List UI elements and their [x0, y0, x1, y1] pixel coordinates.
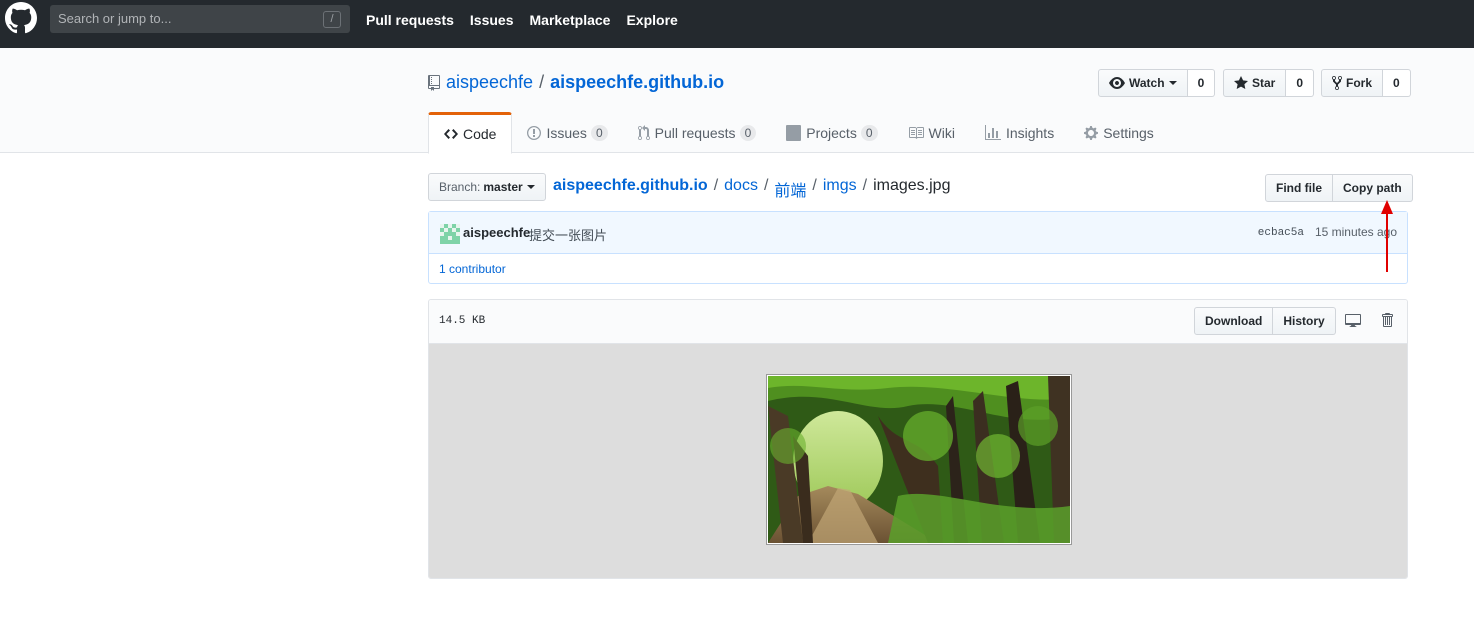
global-nav: Pull requests Issues Marketplace Explore	[366, 12, 678, 28]
tab-projects[interactable]: Projects 0	[771, 112, 892, 153]
avatar[interactable]	[440, 224, 460, 244]
tab-code[interactable]: Code	[428, 112, 513, 154]
breadcrumb-docs[interactable]: docs	[724, 177, 758, 201]
repo-header: aispeechfe / aispeechfe.github.io Watch …	[0, 48, 1474, 154]
git-pull-request-icon	[637, 124, 650, 140]
tab-insights-label: Insights	[1005, 124, 1055, 141]
github-logo-icon[interactable]	[5, 2, 37, 34]
star-count[interactable]: 0	[1286, 69, 1315, 97]
nav-issues[interactable]: Issues	[470, 12, 514, 28]
nav-marketplace[interactable]: Marketplace	[530, 12, 611, 28]
watch-button[interactable]: Watch	[1098, 69, 1188, 97]
eye-icon	[1109, 77, 1125, 89]
commit-author[interactable]: aispeechfe	[463, 225, 530, 240]
tab-issues-counter: 0	[590, 124, 608, 141]
repo-book-icon	[428, 74, 440, 91]
code-icon	[444, 129, 458, 139]
commit-tease: aispeechfe 提交一张图片 ecbac5a 15 minutes ago…	[428, 211, 1408, 284]
breadcrumb-separator: /	[812, 177, 817, 194]
file-size: 14.5 KB	[439, 315, 486, 327]
breadcrumb-frontend[interactable]: 前端	[774, 177, 806, 201]
gear-icon	[1084, 125, 1099, 140]
watch-caret-icon	[1168, 81, 1177, 85]
file-header: 14.5 KB Download History	[429, 300, 1407, 344]
copy-path-button[interactable]: Copy path	[1333, 174, 1413, 202]
repo-title: aispeechfe / aispeechfe.github.io	[428, 72, 724, 93]
star-label: Star	[1252, 76, 1276, 90]
watch-count[interactable]: 0	[1187, 69, 1216, 97]
contributors-link[interactable]: 1 contributor	[439, 262, 506, 276]
nav-pull-requests[interactable]: Pull requests	[366, 12, 454, 28]
tab-projects-label: Projects	[806, 124, 857, 141]
branch-caret-icon	[526, 185, 535, 189]
tab-projects-counter: 0	[860, 124, 878, 141]
find-file-button[interactable]: Find file	[1265, 174, 1333, 202]
trashcan-icon[interactable]	[1380, 312, 1394, 328]
tab-pull-requests-label: Pull requests	[654, 124, 736, 141]
star-button[interactable]: Star	[1223, 69, 1287, 97]
tab-issues-label: Issues	[546, 124, 587, 141]
fork-button[interactable]: Fork	[1321, 69, 1384, 97]
repo-forked-icon	[1332, 75, 1342, 91]
watch-label: Watch	[1129, 76, 1165, 90]
fork-label: Fork	[1346, 76, 1373, 90]
repo-nav: Code Issues 0 Pull requests 0 Projects 0…	[428, 112, 1169, 154]
fork-count[interactable]: 0	[1383, 69, 1411, 97]
tab-settings[interactable]: Settings	[1069, 112, 1169, 153]
tab-wiki[interactable]: Wiki	[893, 112, 970, 153]
tab-pull-requests-counter: 0	[739, 124, 757, 141]
latest-commit: aispeechfe 提交一张图片 ecbac5a 15 minutes ago	[429, 212, 1407, 254]
graph-icon	[984, 124, 1001, 140]
annotation-arrow-icon	[1381, 200, 1393, 272]
tab-insights[interactable]: Insights	[970, 112, 1069, 153]
fork-action: Fork 0	[1321, 69, 1411, 97]
book-icon	[908, 126, 924, 139]
breadcrumb-separator: /	[862, 177, 868, 194]
image-preview-area	[429, 344, 1407, 578]
breadcrumb-separator: /	[713, 177, 719, 194]
tab-pull-requests[interactable]: Pull requests 0	[623, 112, 772, 153]
file-nav-button-group: Find file Copy path	[1265, 174, 1413, 202]
breadcrumb: aispeechfe.github.io / docs / 前端 / imgs …	[553, 177, 950, 201]
file-actions: Download History	[1194, 307, 1336, 335]
search-input[interactable]: Search or jump to... /	[50, 5, 350, 33]
repo-owner-link[interactable]: aispeechfe	[446, 72, 533, 93]
forest-path-image	[768, 376, 1070, 543]
download-button[interactable]: Download	[1194, 307, 1274, 335]
tab-issues[interactable]: Issues 0	[512, 112, 622, 153]
history-button[interactable]: History	[1273, 307, 1336, 335]
search-placeholder: Search or jump to...	[58, 11, 172, 26]
tab-wiki-label: Wiki	[928, 124, 955, 141]
breadcrumb-separator: /	[763, 177, 769, 194]
breadcrumb-filename: images.jpg	[873, 177, 951, 194]
desktop-icon[interactable]	[1344, 312, 1362, 328]
commit-sha[interactable]: ecbac5a	[1258, 227, 1304, 239]
breadcrumb-root[interactable]: aispeechfe.github.io	[553, 177, 708, 201]
nav-explore[interactable]: Explore	[626, 12, 677, 28]
global-header: Search or jump to... / Pull requests Iss…	[0, 0, 1474, 48]
star-action: Star 0	[1223, 69, 1315, 97]
branch-select-button[interactable]: Branch: master	[428, 173, 546, 201]
repo-name-link[interactable]: aispeechfe.github.io	[550, 72, 724, 93]
breadcrumb-imgs[interactable]: imgs	[823, 177, 857, 201]
tab-code-label: Code	[463, 126, 497, 142]
file-image	[766, 374, 1072, 545]
branch-prefix: Branch:	[439, 180, 481, 194]
tab-settings-label: Settings	[1103, 124, 1154, 141]
repo-title-separator: /	[539, 72, 545, 92]
search-shortcut-key: /	[323, 11, 341, 28]
commit-message[interactable]: 提交一张图片	[529, 225, 607, 244]
branch-name: master	[483, 180, 523, 194]
issue-opened-icon	[527, 125, 542, 140]
file-box: 14.5 KB Download History	[428, 299, 1408, 579]
star-icon	[1234, 76, 1248, 89]
watch-action: Watch 0	[1098, 69, 1216, 97]
project-icon	[786, 124, 802, 141]
